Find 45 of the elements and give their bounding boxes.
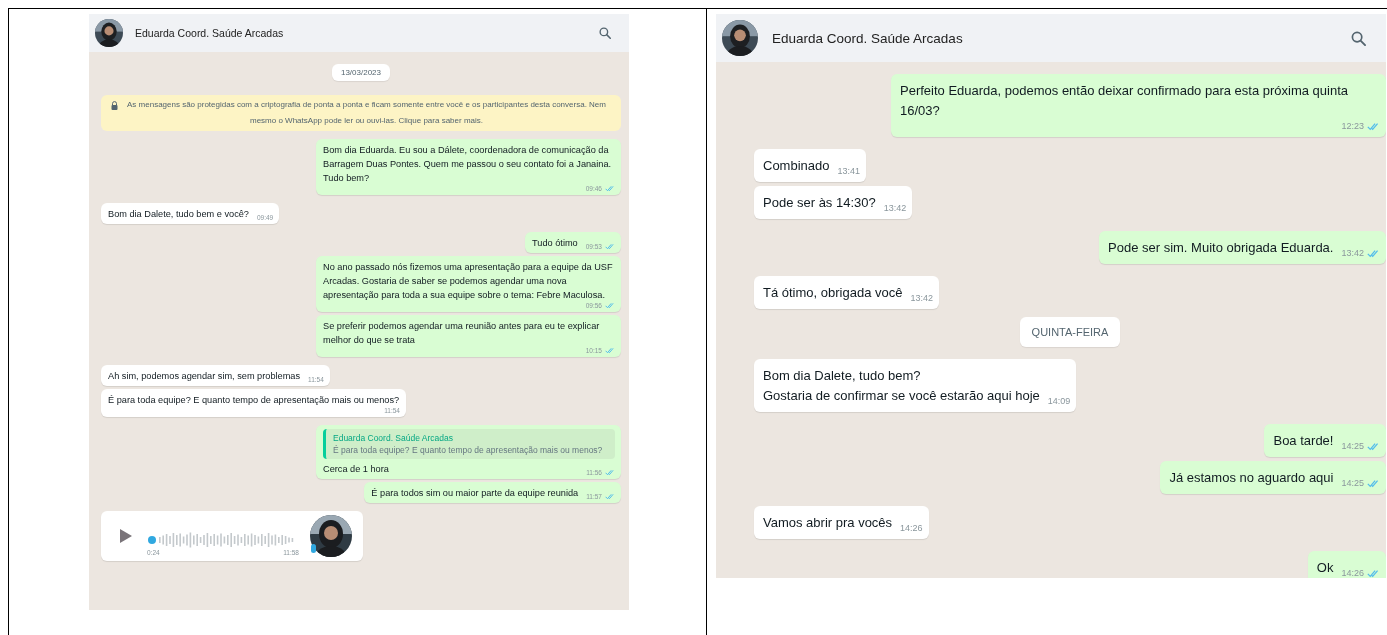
message-text: Já estamos no aguardo aqui	[1169, 469, 1334, 487]
notice-text: As mensagens são protegidas com a criptografia de ponta a ponta e ficam somente entre você e os participantes desta conversa. Nem mesmo o WhatsApp pode ler ou ouvi-las. Clique para saber mais.	[126, 99, 607, 127]
message-text: É para toda equipe? E quanto tempo de apresentação mais ou menos?	[108, 394, 400, 407]
message-text: Perfeito Eduarda, podemos então deixar confirmado para esta próxima quinta 16/03?	[900, 82, 1350, 120]
message-time: 14:25	[1341, 441, 1364, 451]
message-time: 13:42	[910, 293, 933, 303]
message-time: 14:26	[1341, 568, 1364, 578]
avatar	[95, 19, 123, 47]
search-icon[interactable]	[599, 27, 611, 39]
message-time: 14:26	[900, 523, 923, 533]
message-time: 14:25	[1341, 478, 1364, 488]
message-time: 13:41	[837, 166, 861, 176]
search-icon[interactable]	[1351, 30, 1366, 46]
avatar	[309, 514, 353, 558]
message-text: Pode ser às 14:30?	[763, 194, 876, 212]
message-text: Vamos abrir pra vocês	[763, 514, 893, 532]
message-text: No ano passado nós fizemos uma apresentação para a equipe da USF Arcadas. Gostaria de saber se podemos agendar uma nova apresentação para toda a sua equipe sobre o tema: Febre Maculosa.	[323, 261, 614, 302]
quote-author: Eduarda Coord. Saúde Arcadas	[333, 433, 455, 443]
contact-name: Eduarda Coord. Saúde Arcadas	[772, 30, 964, 46]
message-text: Tá ótimo, obrigada você	[763, 284, 903, 302]
lock-icon	[111, 101, 118, 110]
date-chip: 13/03/2023	[331, 64, 390, 81]
message-text: Bom dia Eduarda. Eu sou a Dálete, coordenadora de comunicação da Barragem Duas Pontes. Quem me passou o seu contato foi a Janaina. Tudo bem?	[323, 144, 613, 185]
message-text: É para todos sim ou maior parte da equipe reunida	[371, 487, 579, 500]
message-text: Ok	[1316, 559, 1334, 577]
message-text: Bom dia Dalete, tudo bem e você?	[108, 208, 249, 221]
contact-name: Eduarda Coord. Saúde Arcadas	[135, 27, 285, 39]
message-text: Cerca de 1 hora	[323, 463, 389, 476]
message-text: Boa tarde!	[1273, 432, 1334, 450]
message-time: 13:42	[1341, 248, 1364, 258]
avatar	[722, 20, 758, 56]
message-text: Se preferir podemos agendar uma reunião antes para eu te explicar melhor do que se trata	[323, 320, 601, 347]
message-time: 13:42	[883, 203, 907, 213]
message-text: Ah sim, podemos agendar sim, sem problemas	[108, 370, 300, 383]
message-text: Pode ser sim. Muito obrigada Eduarda.	[1108, 239, 1334, 257]
message-text: Combinado	[763, 157, 830, 175]
date-chip: QUINTA-FEIRA	[1019, 317, 1121, 347]
message-time: 14:09	[1047, 396, 1071, 406]
message-time: 12:23	[1341, 121, 1364, 131]
encryption-notice[interactable]: As mensagens são protegidas com a criptografia de ponta a ponta e ficam somente entre você e os participantes desta conversa. Nem mesmo o WhatsApp pode ler ou ouvi-las. Clique para saber mais.	[101, 95, 621, 131]
message-text: Bom dia Dalete, tudo bem? Gostaria de confirmar se você estarão aqui hoje	[763, 367, 1040, 405]
quote-text: É para toda equipe? E quanto tempo de apresentação mais ou menos?	[333, 445, 604, 455]
quoted-message[interactable]: Eduarda Coord. Saúde Arcadas É para toda equipe? E quanto tempo de apresentação mais ou menos?	[323, 429, 615, 459]
play-icon[interactable]	[119, 528, 133, 544]
message-text: Tudo ótimo	[532, 237, 578, 250]
